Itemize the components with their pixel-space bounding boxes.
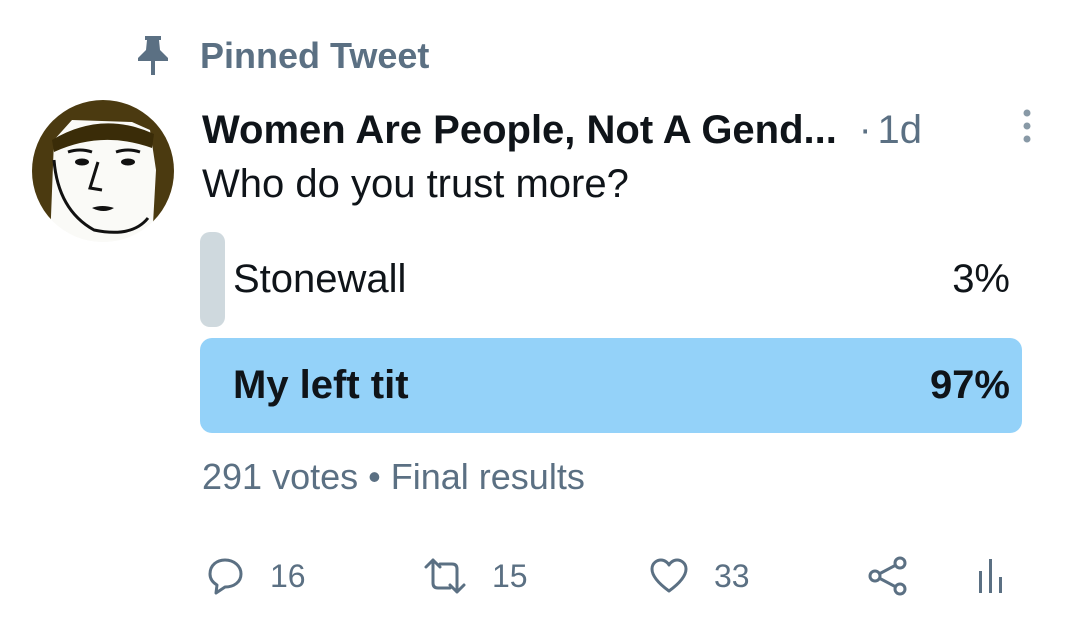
poll-result-bar (200, 232, 225, 327)
share-icon (866, 555, 910, 597)
poll-footer-separator: • (368, 456, 381, 497)
header-separator: · (858, 108, 872, 151)
pinned-tweet-label: Pinned Tweet (200, 35, 430, 76)
pinned-tweet-header: Pinned Tweet (136, 34, 429, 78)
retweet-count: 15 (492, 557, 528, 594)
poll-option-winner: My left tit 97% (200, 338, 1022, 433)
like-button[interactable]: 33 (648, 548, 750, 604)
reply-button[interactable]: 16 (204, 548, 306, 604)
pin-icon (136, 36, 170, 76)
poll-option-percent: 3% (952, 257, 1010, 301)
poll-option-percent: 97% (929, 363, 1010, 407)
poll-option-label: Stonewall (233, 257, 407, 301)
poll-option: Stonewall 3% (200, 232, 1022, 327)
heart-icon (648, 555, 690, 597)
author-name[interactable]: Women Are People, Not A Gend... (202, 108, 837, 153)
poll-votes: 291 votes (202, 456, 359, 497)
tweet-text: Who do you trust more? (202, 162, 629, 206)
avatar[interactable] (32, 100, 174, 242)
tweet-actions: 16 15 33 (0, 548, 1080, 604)
poll-footer: 291 votes • Final results (202, 456, 585, 498)
retweet-icon (422, 555, 468, 597)
poll-status: Final results (390, 456, 585, 497)
tweet-timestamp[interactable]: 1d (878, 108, 923, 153)
share-button[interactable] (866, 548, 910, 604)
tweet-header: Women Are People, Not A Gend... · 1d (202, 104, 1042, 156)
like-count: 33 (714, 557, 750, 594)
reply-icon (204, 555, 246, 597)
retweet-button[interactable]: 15 (422, 548, 528, 604)
analytics-button[interactable] (976, 548, 1006, 604)
reply-count: 16 (270, 557, 306, 594)
poll-option-label: My left tit (233, 363, 409, 407)
more-options-icon[interactable] (1020, 108, 1034, 144)
analytics-icon (976, 555, 1006, 597)
